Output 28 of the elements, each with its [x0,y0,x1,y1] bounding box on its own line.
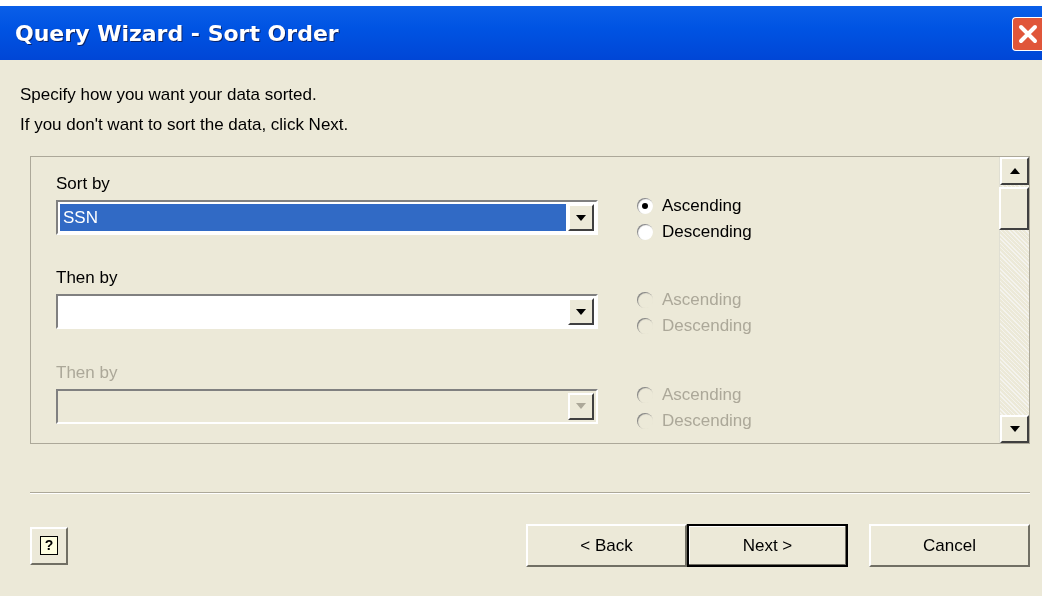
wizard-button[interactable]: Cancel [869,524,1030,567]
field-label: Then by [56,361,119,384]
sort-direction-radio[interactable]: Descending [637,220,752,244]
dropdown-arrow-icon [576,214,586,221]
dropdown-arrow-icon [576,308,586,315]
dropdown-button[interactable] [568,204,594,231]
close-button[interactable] [1012,17,1042,51]
instruction-text: Specify how you want your data sorted. [20,84,318,106]
sort-field-dropdown[interactable] [56,294,598,330]
dropdown-arrow-icon [576,403,586,410]
sort-field-dropdown[interactable]: SSN [56,200,598,235]
wizard-button[interactable]: Next > [687,524,848,567]
close-icon [1017,24,1038,44]
help-button[interactable]: ? [30,526,68,565]
field-label: Then by [56,267,119,290]
sort-direction-radio[interactable]: Ascending [637,194,752,218]
up-arrow-icon [1009,168,1020,174]
scroll-thumb[interactable] [999,187,1029,230]
radio-button[interactable] [637,198,653,214]
dropdown-button[interactable] [568,298,594,326]
field-label: Sort by [56,173,111,195]
down-arrow-icon [1009,426,1020,432]
radio-button[interactable] [637,224,653,240]
scroll-down-button[interactable] [1000,415,1029,443]
wizard-button[interactable]: < Back [526,524,687,567]
window-title: Query Wizard - Sort Order [15,20,339,46]
scroll-up-button[interactable] [1000,157,1029,185]
instruction-text: If you don't want to sort the data, click Next. [20,114,350,136]
